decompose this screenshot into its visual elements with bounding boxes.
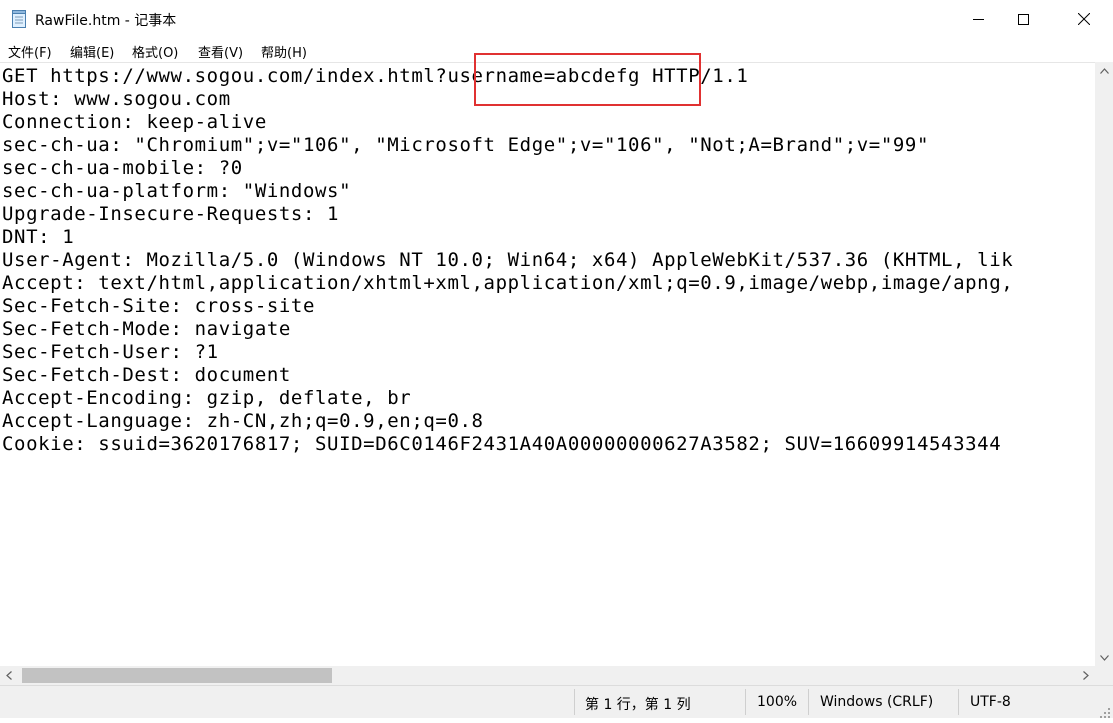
status-divider xyxy=(745,689,746,715)
close-icon xyxy=(1077,10,1091,29)
text-line: sec-ch-ua-mobile: ?0 xyxy=(2,157,243,179)
text-line: Sec-Fetch-Site: cross-site xyxy=(2,295,316,317)
text-line: Sec-Fetch-User: ?1 xyxy=(2,341,219,363)
status-bar: 第 1 行，第 1 列 100% Windows (CRLF) UTF-8 xyxy=(0,685,1113,718)
text-line: Sec-Fetch-Dest: document xyxy=(2,364,291,386)
scroll-left-icon[interactable] xyxy=(0,666,18,685)
scroll-up-icon[interactable] xyxy=(1095,62,1113,79)
text-line: sec-ch-ua: "Chromium";v="106", "Microsof… xyxy=(2,134,929,156)
text-line: Cookie: ssuid=3620176817; SUID=D6C0146F2… xyxy=(2,433,1002,455)
window-title: RawFile.htm - 记事本 xyxy=(35,13,177,29)
text-line: Upgrade-Insecure-Requests: 1 xyxy=(2,203,340,225)
notepad-icon xyxy=(12,10,27,28)
title-bar[interactable]: RawFile.htm - 记事本 xyxy=(0,0,1113,38)
scroll-down-icon[interactable] xyxy=(1095,649,1113,666)
resize-grip-icon[interactable] xyxy=(1099,704,1111,718)
maximize-icon xyxy=(1017,10,1029,29)
text-line: Accept-Language: zh-CN,zh;q=0.9,en;q=0.8 xyxy=(2,410,484,432)
line-ending: Windows (CRLF) xyxy=(820,694,934,710)
notepad-window: RawFile.htm - 记事本 文件(F) 编辑(E) 格式(O) 查看(V… xyxy=(0,0,1113,718)
menu-bar: 文件(F) 编辑(E) 格式(O) 查看(V) 帮助(H) xyxy=(0,38,1113,62)
menu-file[interactable]: 文件(F) xyxy=(8,42,52,61)
horizontal-scrollbar[interactable] xyxy=(0,666,1095,685)
text-content: GET https://www.sogou.com/index.html?use… xyxy=(2,65,1013,456)
status-divider xyxy=(808,689,809,715)
minimize-button[interactable] xyxy=(955,0,1001,38)
text-line: DNT: 1 xyxy=(2,226,75,248)
menu-edit[interactable]: 编辑(E) xyxy=(70,42,114,61)
status-divider xyxy=(958,689,959,715)
menu-view[interactable]: 查看(V) xyxy=(198,42,243,61)
vertical-scrollbar[interactable] xyxy=(1095,62,1113,666)
text-line: Accept-Encoding: gzip, deflate, br xyxy=(2,387,412,409)
text-editor[interactable]: GET https://www.sogou.com/index.html?use… xyxy=(0,62,1095,667)
scrollbar-corner xyxy=(1095,666,1113,685)
text-line: GET https://www.sogou.com/index.html?use… xyxy=(2,65,749,87)
text-line: User-Agent: Mozilla/5.0 (Windows NT 10.0… xyxy=(2,249,1014,271)
cursor-position: 第 1 行，第 1 列 xyxy=(585,697,691,713)
text-line: Host: www.sogou.com xyxy=(2,88,231,110)
text-line: Connection: keep-alive xyxy=(2,111,267,133)
maximize-button[interactable] xyxy=(1000,0,1046,38)
encoding: UTF-8 xyxy=(970,694,1011,710)
menu-format[interactable]: 格式(O) xyxy=(132,42,178,61)
text-line: sec-ch-ua-platform: "Windows" xyxy=(2,180,352,202)
horizontal-scroll-thumb[interactable] xyxy=(22,668,332,683)
text-line: Sec-Fetch-Mode: navigate xyxy=(2,318,291,340)
minimize-icon xyxy=(972,10,984,29)
scroll-right-icon[interactable] xyxy=(1077,666,1095,685)
text-line: Accept: text/html,application/xhtml+xml,… xyxy=(2,272,1014,294)
close-button[interactable] xyxy=(1061,0,1107,38)
zoom-level: 100% xyxy=(757,694,798,710)
status-divider xyxy=(574,689,575,715)
menu-help[interactable]: 帮助(H) xyxy=(261,42,307,61)
